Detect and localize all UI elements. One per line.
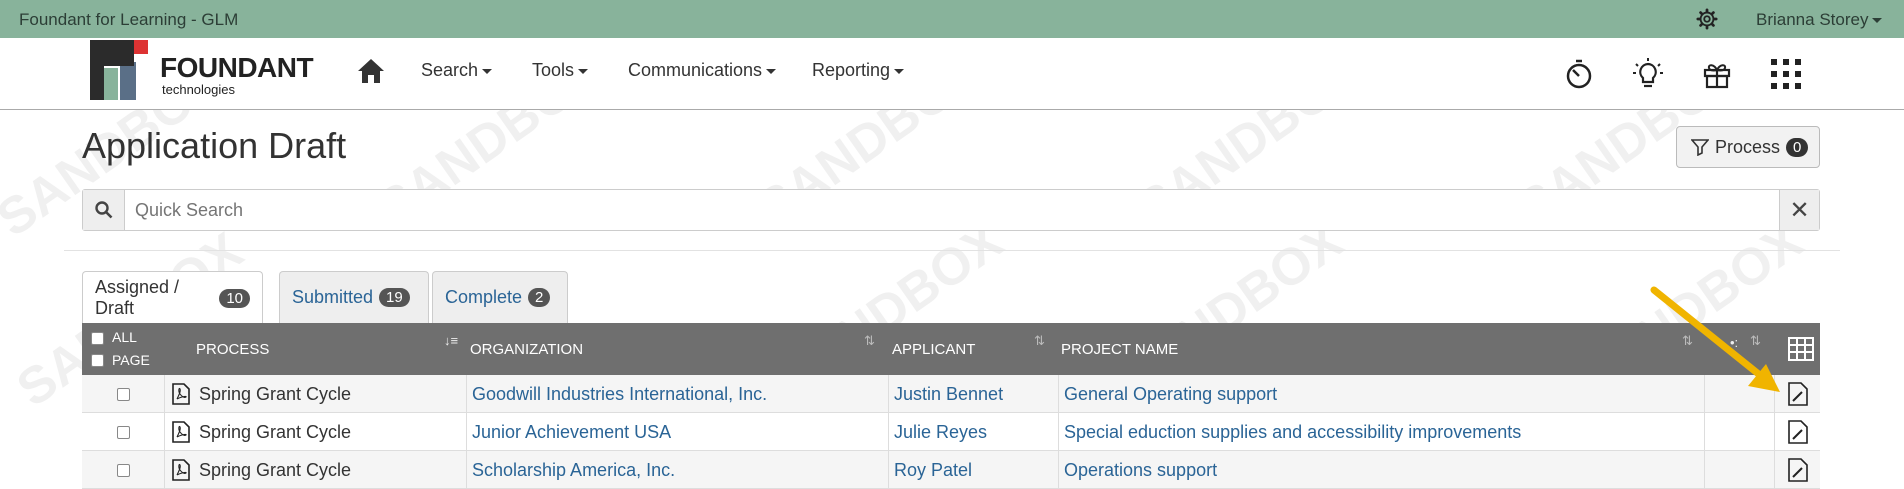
project-link[interactable]: General Operating support [1064,384,1277,405]
process-count-badge: 0 [1786,137,1809,157]
user-name: Brianna Storey [1756,10,1869,29]
organization-link[interactable]: Scholarship America, Inc. [472,460,675,481]
chevron-down-icon [1872,18,1883,24]
chevron-down-icon [578,68,589,74]
logo-name: FOUNDANT [160,52,314,83]
chevron-down-icon [766,68,777,74]
organization-link[interactable]: Goodwill Industries International, Inc. [472,384,767,405]
edit-document-icon[interactable] [1787,458,1808,482]
column-header-project-name[interactable]: PROJECT NAME [1061,341,1178,358]
lightbulb-icon[interactable] [1632,58,1664,90]
chevron-down-icon [482,68,493,74]
sort-icon[interactable]: ⇅ [1034,333,1045,349]
table-row[interactable]: Spring Grant Cycle Junior Achievement US… [82,413,1820,451]
select-all-checkbox[interactable] [91,332,104,345]
nav-tools[interactable]: Tools [532,60,589,81]
process-label: Process [1715,136,1781,157]
nav-communications[interactable]: Communications [628,60,777,81]
row-checkbox[interactable] [116,463,130,477]
organization-link[interactable]: Junior Achievement USA [472,422,671,443]
table-row[interactable]: Spring Grant Cycle Goodwill Industries I… [82,375,1820,413]
edit-document-icon[interactable] [1787,420,1808,444]
process-cell: Spring Grant Cycle [199,421,352,442]
count-badge: 2 [528,288,551,307]
nav-reporting[interactable]: Reporting [812,60,905,81]
pdf-icon[interactable] [171,459,190,481]
tab-assigned-draft[interactable]: Assigned / Draft 10 [82,271,263,324]
select-page-checkbox[interactable] [91,354,104,367]
select-all-label: ALL [112,329,137,345]
tab-complete[interactable]: Complete 2 [432,271,568,323]
close-icon[interactable]: ✕ [1779,190,1819,230]
row-checkbox[interactable] [116,425,130,439]
apps-grid-icon[interactable] [1770,58,1802,90]
count-badge: 10 [219,288,250,308]
annotation-arrow-icon [1650,286,1780,392]
project-link[interactable]: Special eduction supplies and accessibil… [1064,422,1521,443]
column-header-process[interactable]: PROCESS [196,341,269,358]
divider [64,250,1840,251]
stopwatch-icon[interactable] [1563,58,1595,90]
table-row[interactable]: Spring Grant Cycle Scholarship America, … [82,451,1820,489]
column-header-organization[interactable]: ORGANIZATION [470,341,583,358]
process-cell: Spring Grant Cycle [199,383,352,404]
project-link[interactable]: Operations support [1064,460,1217,481]
search-input[interactable] [135,200,1735,221]
user-menu[interactable]: Brianna Storey [1756,10,1883,30]
gift-icon[interactable] [1701,58,1733,90]
select-page-label: PAGE [112,352,150,368]
foundant-logo[interactable]: FOUNDANT technologies [88,40,318,102]
process-filter-button[interactable]: Process 0 [1676,126,1820,168]
quick-search: ✕ [82,189,1820,231]
gear-icon[interactable] [1696,8,1718,30]
pdf-icon[interactable] [171,383,190,405]
home-icon[interactable] [357,58,385,84]
search-icon[interactable] [83,190,125,230]
logo-subtitle: technologies [162,82,235,97]
nav-search[interactable]: Search [421,60,493,81]
applicant-link[interactable]: Roy Patel [894,460,972,481]
applicant-link[interactable]: Justin Bennet [894,384,1003,405]
filter-icon [1691,139,1709,156]
top-bar: Foundant for Learning - GLM Brianna Stor… [0,0,1904,38]
page-title: Application Draft [82,125,347,166]
applicant-link[interactable]: Julie Reyes [894,422,987,443]
logo-mark-icon [90,40,148,100]
main-navbar: FOUNDANT technologies Search Tools Commu… [0,38,1904,110]
chevron-down-icon [894,68,905,74]
process-cell: Spring Grant Cycle [199,459,352,480]
row-checkbox[interactable] [116,387,130,401]
column-header-applicant[interactable]: APPLICANT [892,341,975,358]
sort-icon[interactable]: ⇅ [864,333,875,349]
site-title: Foundant for Learning - GLM [19,10,239,29]
pdf-icon[interactable] [171,421,190,443]
tab-submitted[interactable]: Submitted 19 [279,271,429,323]
table-header: ALL PAGE PROCESS ↓≡ ORGANIZATION ⇅ APPLI… [82,323,1820,375]
count-badge: 19 [379,288,410,307]
sort-asc-icon[interactable]: ↓≡ [444,333,458,348]
